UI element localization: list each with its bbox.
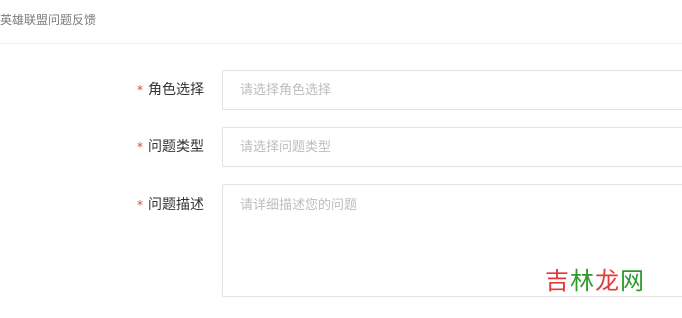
role-select[interactable] xyxy=(222,70,682,110)
description-label-text: 问题描述 xyxy=(148,197,204,213)
site-watermark: 吉林龙网 xyxy=(545,267,645,295)
type-label: * 问题类型 xyxy=(137,137,204,157)
page-header: 英雄联盟问题反馈 xyxy=(0,0,682,44)
type-label-text: 问题类型 xyxy=(148,139,204,155)
required-mark: * xyxy=(137,198,143,212)
page-title: 英雄联盟问题反馈 xyxy=(0,13,97,27)
required-mark: * xyxy=(137,83,143,97)
description-label: * 问题描述 xyxy=(137,195,204,215)
role-label-text: 角色选择 xyxy=(148,82,204,98)
type-select[interactable] xyxy=(222,127,682,167)
required-mark: * xyxy=(137,140,143,154)
role-label: * 角色选择 xyxy=(137,80,204,100)
feedback-page: 英雄联盟问题反馈 * 角色选择 * 问题类型 * 问题描述 吉林龙网 xyxy=(0,0,682,318)
